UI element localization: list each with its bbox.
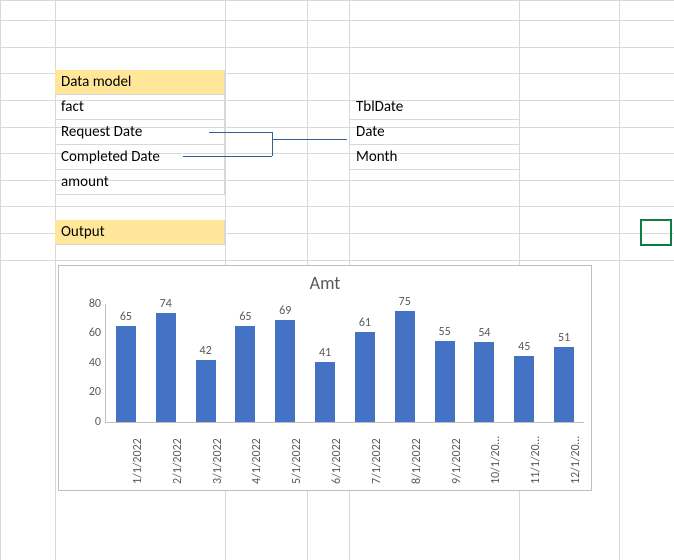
x-tick-label: 12/1/20… [569, 424, 583, 484]
chart-plot-area: 657442656941617555544551 [105, 304, 584, 423]
chart-bar: 55 [435, 304, 455, 422]
connector-line [272, 132, 273, 156]
chart-bar: 45 [514, 304, 534, 422]
chart-container[interactable]: Amt 0 20 40 60 80 6574426569416175555445… [58, 265, 592, 491]
y-tick-label: 40 [69, 356, 101, 370]
data-label: 51 [547, 331, 581, 345]
connector-line [183, 156, 272, 157]
active-cell-cursor[interactable] [640, 219, 672, 246]
y-tick-label: 80 [69, 297, 101, 311]
chart-bar: 74 [156, 304, 176, 422]
data-label: 75 [388, 295, 422, 309]
chart-bar: 61 [355, 304, 375, 422]
x-tick-label: 6/1/2022 [330, 424, 344, 484]
x-tick-label: 4/1/2022 [250, 424, 264, 484]
x-tick-label: 11/1/20… [529, 424, 543, 484]
data-label: 69 [268, 304, 302, 318]
chart-title: Amt [59, 266, 591, 296]
x-tick-label: 9/1/2022 [450, 424, 464, 484]
data-label: 65 [228, 310, 262, 324]
chart-bar: 75 [395, 304, 415, 422]
month-label: Month [350, 145, 520, 170]
x-tick-label: 1/1/2022 [131, 424, 145, 484]
data-label: 54 [467, 326, 501, 340]
chart-bar: 51 [554, 304, 574, 422]
connector-line [272, 139, 347, 140]
completed-date-label: Completed Date [55, 145, 225, 170]
data-label: 41 [308, 346, 342, 360]
x-tick-label: 10/1/20… [489, 424, 503, 484]
x-tick-label: 2/1/2022 [171, 424, 185, 484]
amount-label: amount [55, 170, 225, 195]
fact-label: fact [55, 95, 225, 120]
date-label: Date [350, 120, 520, 145]
x-tick-label: 3/1/2022 [211, 424, 225, 484]
y-tick-label: 0 [69, 415, 101, 429]
chart-bar: 41 [315, 304, 335, 422]
request-date-label: Request Date [55, 120, 225, 145]
y-tick-label: 60 [69, 326, 101, 340]
chart-bar: 54 [474, 304, 494, 422]
overlay-layer: Data model fact Request Date Completed D… [0, 0, 674, 560]
data-label: 61 [348, 316, 382, 330]
connector-line [209, 132, 272, 133]
x-tick-label: 8/1/2022 [410, 424, 424, 484]
chart-bar: 42 [196, 304, 216, 422]
chart-bar: 69 [275, 304, 295, 422]
data-label: 74 [149, 297, 183, 311]
x-tick-label: 5/1/2022 [290, 424, 304, 484]
data-label: 42 [189, 344, 223, 358]
chart-bar: 65 [235, 304, 255, 422]
data-label: 45 [507, 340, 541, 354]
tbldate-label: TblDate [350, 95, 520, 120]
chart-bar: 65 [116, 304, 136, 422]
data-label: 55 [428, 325, 462, 339]
output-header: Output [55, 220, 225, 245]
data-label: 65 [109, 310, 143, 324]
y-tick-label: 20 [69, 385, 101, 399]
data-model-header: Data model [55, 70, 225, 95]
x-tick-label: 7/1/2022 [370, 424, 384, 484]
